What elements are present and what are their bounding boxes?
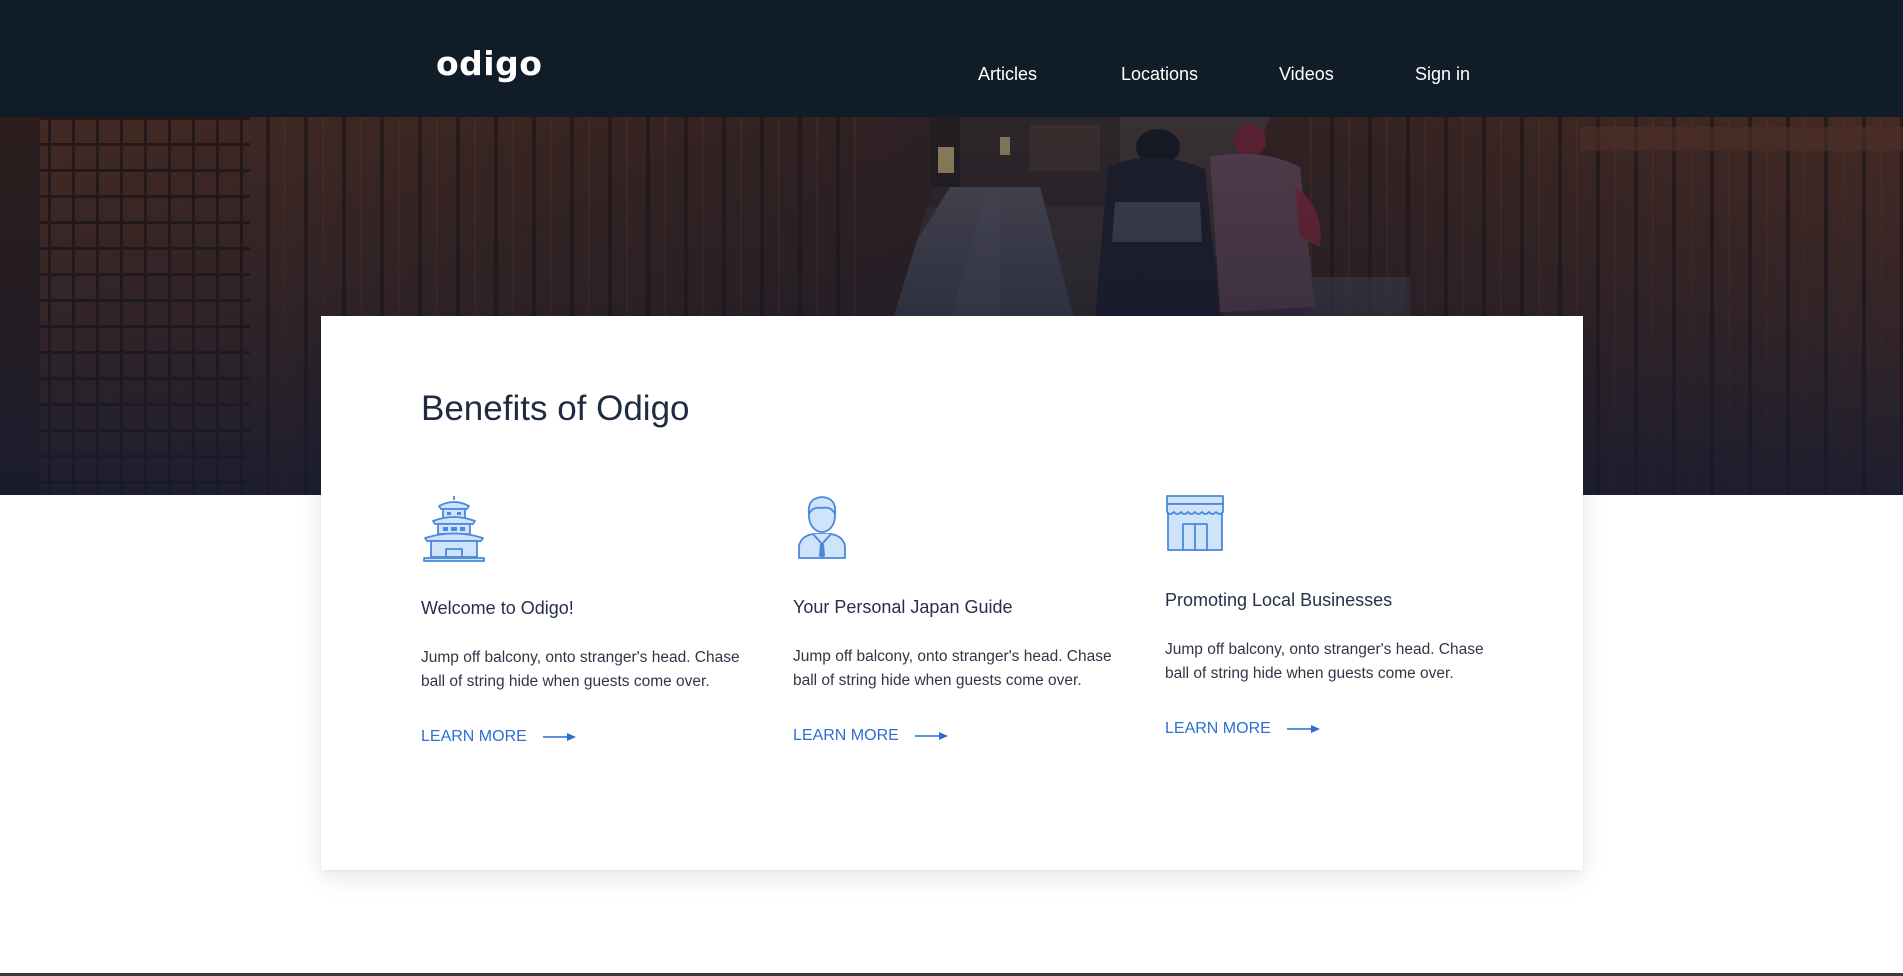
benefit-guide: Your Personal Japan Guide Jump off balco… [793, 494, 1123, 744]
learn-more-link[interactable]: LEARN MORE [1165, 719, 1321, 739]
arrow-right-icon [542, 733, 576, 741]
benefit-title: Welcome to Odigo! [421, 598, 574, 618]
person-icon [798, 496, 846, 559]
arrow-right-icon [914, 732, 948, 740]
benefit-description: Jump off balcony, onto stranger's head. … [1165, 641, 1484, 682]
learn-more-label: LEARN MORE [793, 727, 899, 744]
benefits-card: Benefits of Odigo Welcome to Odigo! Jump… [321, 316, 1583, 870]
shop-icon [1166, 495, 1224, 551]
learn-more-label: LEARN MORE [1165, 720, 1271, 737]
nav-locations[interactable]: Locations [1121, 63, 1198, 85]
top-navigation-bar: odigo Articles Locations Videos Sign in [0, 0, 1903, 117]
benefits-title: Benefits of Odigo [421, 389, 690, 428]
learn-more-link[interactable]: LEARN MORE [793, 726, 949, 746]
nav-articles[interactable]: Articles [978, 63, 1037, 85]
learn-more-label: LEARN MORE [421, 728, 527, 745]
benefit-description: Jump off balcony, onto stranger's head. … [421, 649, 740, 690]
odigo-logo[interactable]: odigo [436, 47, 542, 80]
benefit-local-businesses: Promoting Local Businesses Jump off balc… [1165, 494, 1495, 737]
nav-videos[interactable]: Videos [1279, 63, 1334, 85]
learn-more-link[interactable]: LEARN MORE [421, 727, 577, 747]
benefit-title: Promoting Local Businesses [1165, 590, 1393, 610]
benefit-title: Your Personal Japan Guide [793, 597, 1013, 617]
benefit-description: Jump off balcony, onto stranger's head. … [793, 648, 1112, 689]
arrow-right-icon [1286, 725, 1320, 733]
benefit-welcome: Welcome to Odigo! Jump off balcony, onto… [421, 494, 751, 745]
pagoda-icon [423, 496, 485, 562]
nav-sign-in[interactable]: Sign in [1415, 63, 1470, 85]
